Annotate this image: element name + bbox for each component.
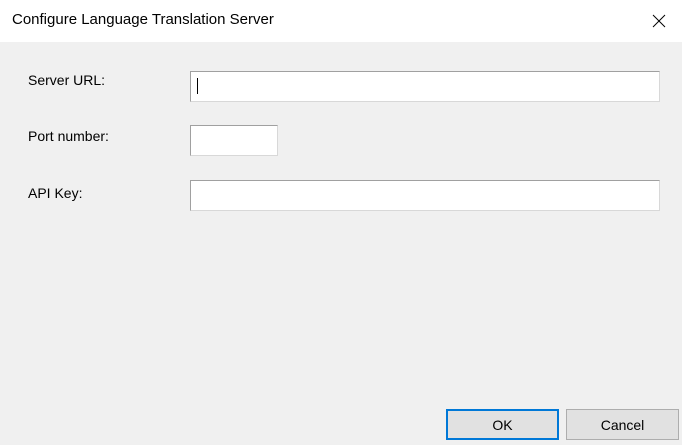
server-url-field[interactable] [190, 71, 660, 102]
close-button[interactable] [636, 0, 682, 42]
close-icon [652, 14, 666, 28]
api-key-field[interactable] [190, 180, 660, 211]
port-number-field[interactable] [190, 125, 278, 156]
ok-button[interactable]: OK [446, 409, 559, 440]
dialog-title: Configure Language Translation Server [12, 11, 274, 28]
port-number-label: Port number: [28, 128, 109, 144]
configure-server-dialog: Configure Language Translation Server Se… [0, 0, 682, 445]
text-caret [197, 78, 198, 94]
title-bar: Configure Language Translation Server [0, 0, 682, 42]
server-url-label: Server URL: [28, 72, 106, 88]
api-key-label: API Key: [28, 185, 83, 201]
cancel-button[interactable]: Cancel [566, 409, 679, 440]
